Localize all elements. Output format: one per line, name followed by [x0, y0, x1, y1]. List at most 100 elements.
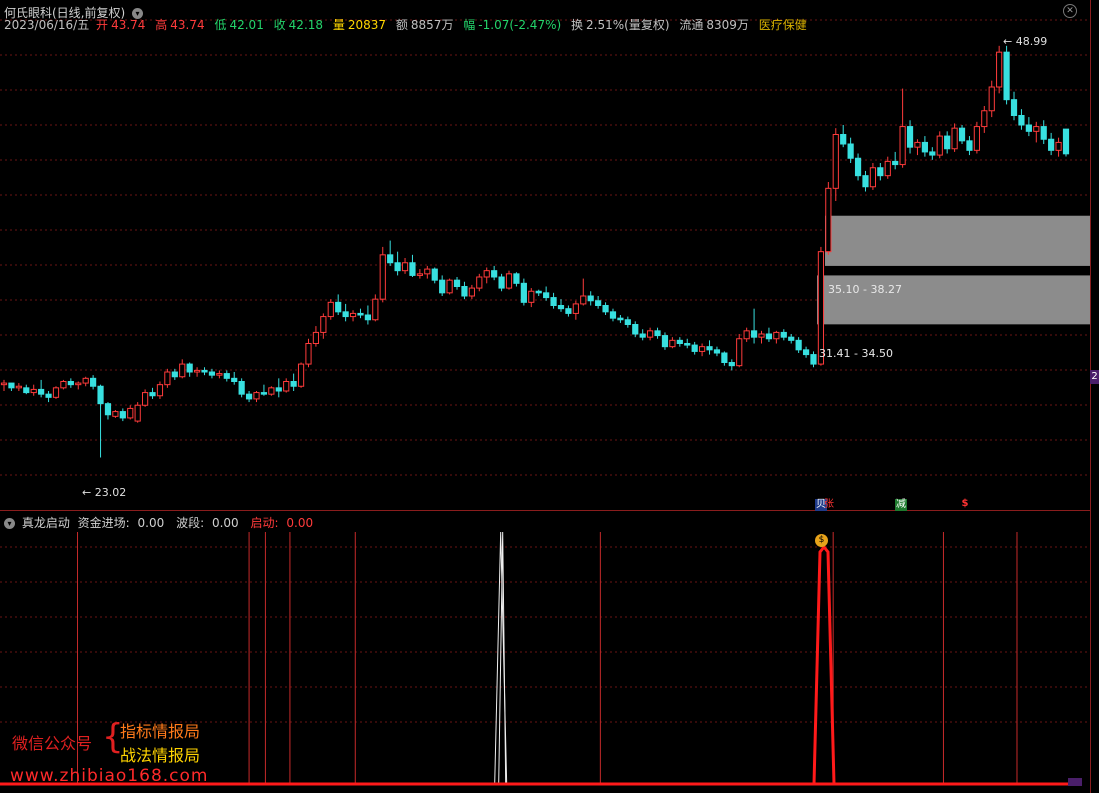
candle-body — [892, 160, 899, 166]
quote-bar: 2023/06/16/五 开 43.74 高 43.74 低 42.01 收 42.18… — [4, 16, 810, 33]
candle-body — [357, 312, 364, 316]
chg-value: -1.07(-2.47%) — [478, 18, 562, 32]
candle-body — [424, 268, 431, 275]
candle-body — [765, 333, 773, 340]
watermark-url[interactable]: www.zhibiao168.com — [10, 766, 208, 786]
candle-body — [491, 270, 498, 278]
candle-body — [349, 312, 357, 318]
candle-body — [216, 373, 223, 376]
candle-body — [684, 343, 691, 346]
amount-label: 额 — [395, 18, 408, 32]
candle-body — [335, 301, 342, 313]
candle-body — [639, 333, 646, 338]
candle-body — [840, 134, 847, 145]
candle-body — [713, 349, 721, 354]
candle-body — [528, 290, 535, 303]
candle-body — [461, 286, 468, 297]
candle-body — [297, 363, 305, 387]
candle-body — [1010, 99, 1018, 116]
open-label: 开 — [96, 18, 109, 32]
money-bag-icon: $ — [815, 534, 828, 547]
sector-link[interactable]: 医疗保健 — [759, 18, 807, 32]
candle-body — [557, 305, 565, 310]
candle-body — [847, 143, 854, 159]
float-value: 8309万 — [706, 18, 749, 32]
candle-body — [0, 382, 8, 386]
candle-body — [884, 160, 891, 177]
low-label: 低 — [214, 18, 227, 32]
vol-label: 量 — [332, 18, 345, 32]
candle-body — [8, 382, 15, 389]
candle-body — [231, 377, 238, 383]
candle-body — [75, 382, 82, 386]
candle-body — [245, 393, 253, 400]
candle-body — [572, 303, 579, 314]
candle-body — [921, 141, 928, 153]
indicator-name[interactable]: 真龙启动 — [22, 516, 70, 530]
high-marker: ← 48.99 — [1003, 35, 1048, 48]
price-zone — [825, 215, 1090, 266]
candle-body — [142, 392, 149, 406]
candle-body — [721, 352, 728, 363]
candle-body — [654, 330, 661, 337]
open-value: 43.74 — [111, 18, 146, 32]
candle-body — [958, 127, 966, 142]
candle-body — [565, 308, 572, 314]
candle-body — [758, 333, 765, 338]
candle-body — [30, 388, 37, 394]
zone-lower-label: 31.41 - 34.50 — [819, 347, 893, 360]
reduce-badge[interactable]: 减 — [895, 499, 907, 511]
candle-body — [446, 279, 453, 294]
candle-body — [669, 339, 676, 348]
candle-body — [127, 407, 134, 419]
candle-body — [104, 403, 112, 416]
candle-body — [156, 384, 164, 397]
low-value: 42.01 — [229, 18, 264, 32]
candle-body — [82, 377, 89, 384]
candle-body — [1040, 126, 1047, 140]
candle-body — [513, 273, 520, 284]
candle-body — [936, 135, 943, 156]
candle-body — [661, 335, 669, 348]
candle-body — [676, 339, 683, 345]
chevron-down-icon[interactable]: ▾ — [4, 518, 15, 529]
sell-badge[interactable]: $ — [959, 498, 971, 510]
candle-body — [171, 371, 178, 378]
candle-body — [498, 276, 505, 289]
pane-divider — [0, 510, 1090, 511]
candle-body — [988, 86, 995, 112]
rise-badge[interactable]: 张 — [823, 499, 835, 511]
candle-body — [869, 167, 877, 188]
candle-body — [632, 324, 639, 335]
candle-body — [505, 273, 513, 289]
candle-body — [750, 330, 758, 338]
candle-body — [996, 51, 1003, 88]
candle-body — [60, 381, 67, 389]
candle-body — [305, 343, 312, 365]
price-chart[interactable] — [0, 0, 1090, 510]
candle-body — [825, 187, 832, 253]
candle-body — [1018, 115, 1025, 126]
candle-body — [832, 134, 839, 189]
candle-body — [223, 373, 230, 379]
candle-body — [364, 314, 372, 321]
low-marker: ← 23.02 — [82, 486, 127, 499]
candle-body — [483, 270, 490, 278]
candle-body — [780, 331, 787, 338]
axis-tag[interactable]: 2 — [1090, 370, 1099, 384]
candle-body — [409, 262, 416, 276]
candle-body — [372, 298, 379, 321]
candle-body — [580, 295, 587, 305]
low-marker-value: 23.02 — [94, 486, 127, 499]
candle-body — [1003, 51, 1010, 101]
candle-body — [788, 336, 795, 341]
candle-body — [52, 387, 60, 398]
high-value: 43.74 — [170, 18, 205, 32]
candle-body — [238, 381, 245, 395]
candle-body — [1062, 128, 1070, 155]
candle-body — [736, 338, 743, 367]
candle-body — [268, 387, 275, 395]
field2-label: 波段: — [176, 516, 205, 530]
candle-body — [327, 301, 334, 318]
close-icon[interactable]: ✕ — [1063, 4, 1077, 18]
